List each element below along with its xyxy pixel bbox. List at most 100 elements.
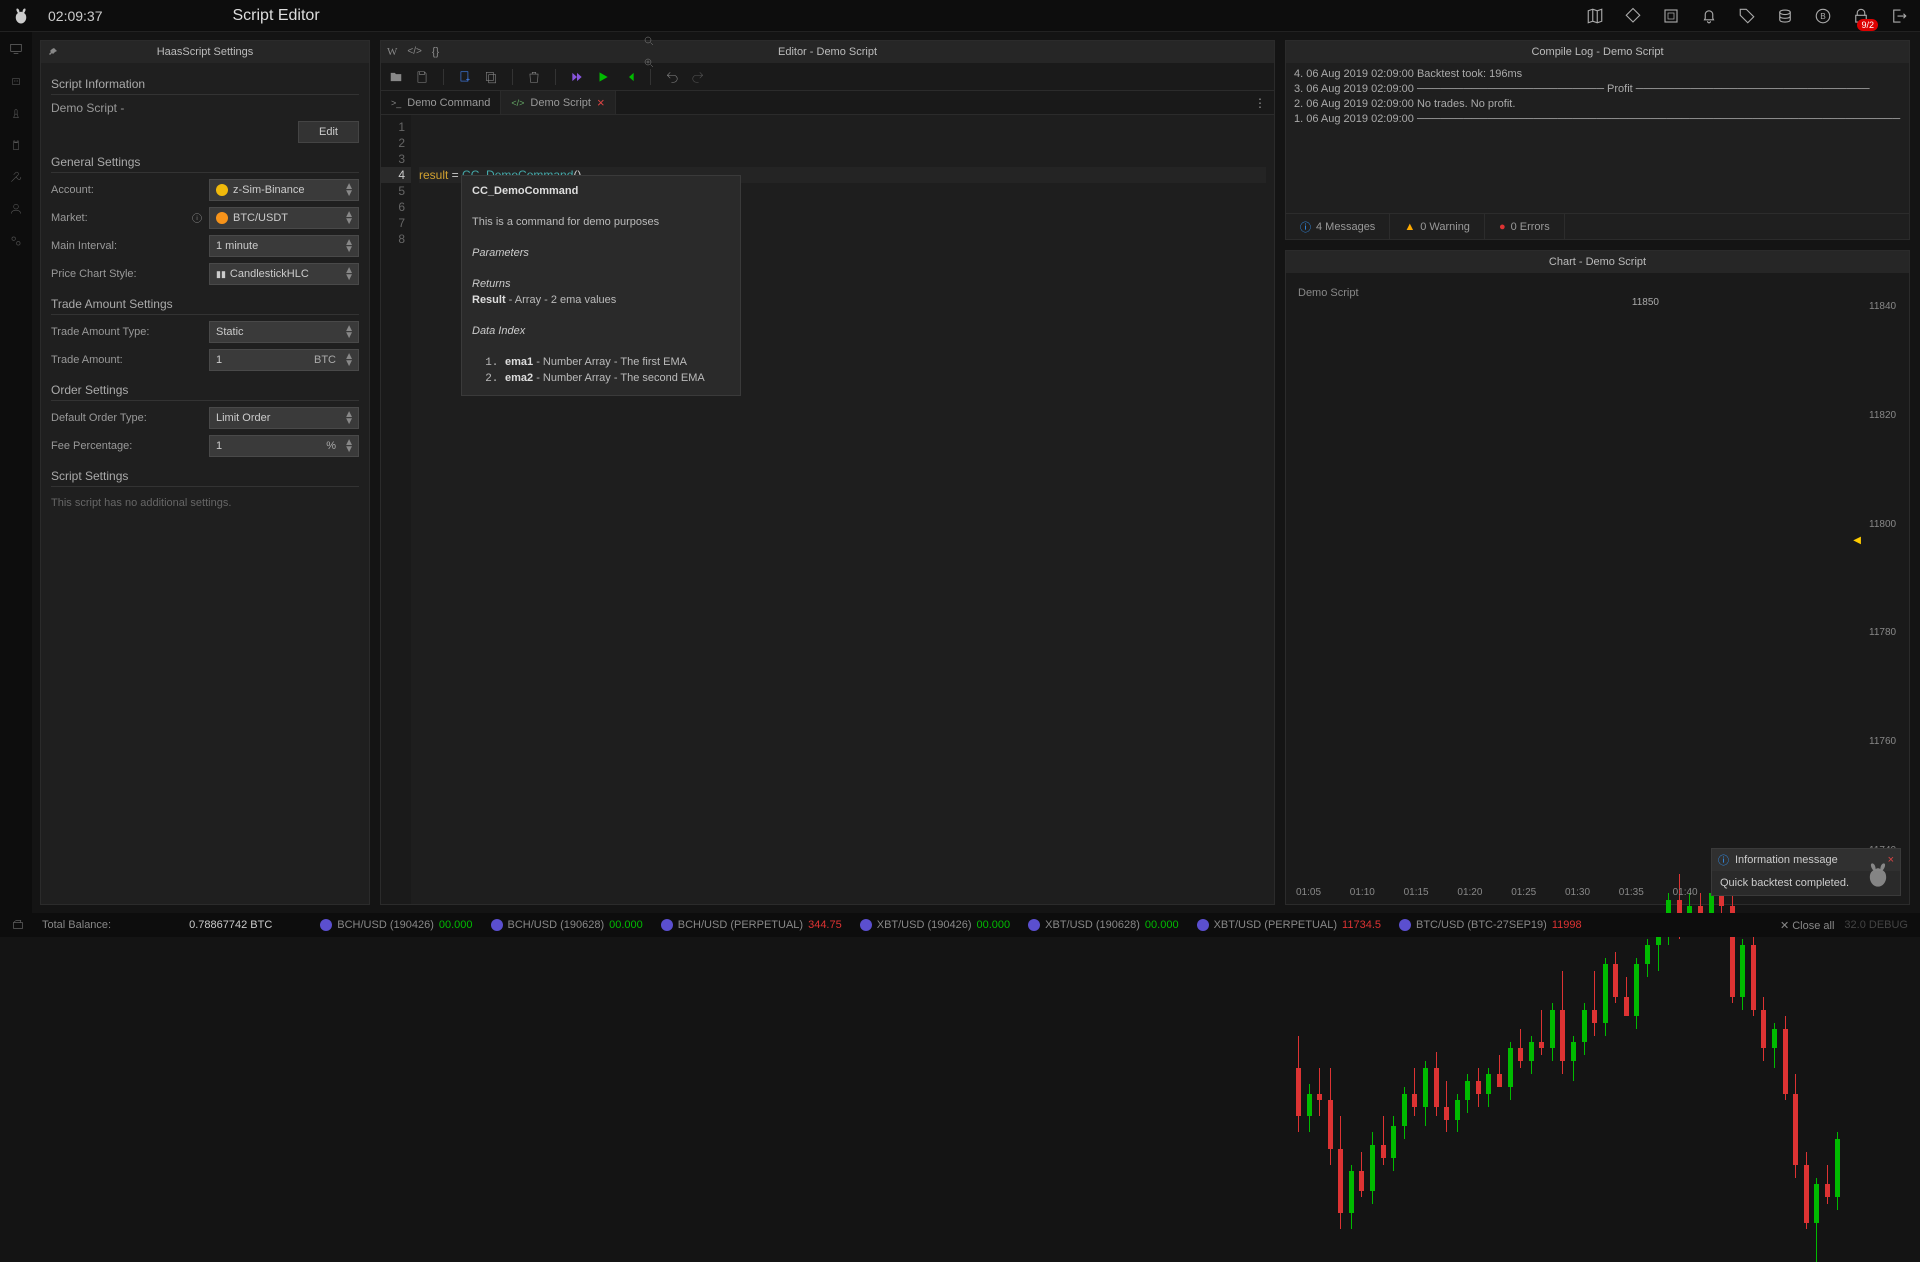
new-icon[interactable] — [458, 70, 472, 84]
tower-icon[interactable] — [9, 138, 23, 152]
market-select[interactable]: BTC/USDT▲▼ — [209, 207, 359, 229]
code-editor[interactable]: 1 2 3 4 5 6 7 8 result = CC_DemoCommand(… — [381, 115, 1274, 904]
delete-icon[interactable] — [527, 70, 541, 84]
compile-statusbar: ⓘ4 Messages ▲0 Warning ●0 Errors — [1286, 213, 1909, 239]
copy-icon[interactable] — [484, 70, 498, 84]
settings-icon[interactable] — [9, 234, 23, 248]
undo-icon[interactable] — [665, 70, 679, 84]
chart-yaxis: 11840 11820 11800 11780 11760 11740 — [1865, 283, 1909, 874]
tag-icon[interactable] — [1624, 7, 1642, 25]
user-icon[interactable] — [9, 202, 23, 216]
ticker-item[interactable]: XBT/USD (PERPETUAL) 11734.5 — [1197, 919, 1381, 931]
top-right-icons: B 9/2 — [1586, 7, 1908, 25]
chess-icon[interactable] — [9, 106, 23, 120]
right-column: Compile Log - Demo Script 4. 06 Aug 2019… — [1285, 40, 1910, 905]
pin-icon[interactable] — [47, 46, 59, 58]
chartstyle-label: Price Chart Style: — [51, 268, 137, 280]
info-toast: ⓘInformation message× Quick backtest com… — [1711, 848, 1901, 896]
tab-close-icon[interactable]: × — [597, 95, 605, 110]
coins-icon[interactable] — [1776, 7, 1794, 25]
account-label: Account: — [51, 184, 94, 196]
errors-count[interactable]: ●0 Errors — [1485, 214, 1565, 239]
tab-menu-icon[interactable]: ⋮ — [1246, 91, 1274, 114]
notification-badge: 9/2 — [1857, 19, 1878, 31]
settings-panel: HaasScript Settings Script Information D… — [40, 40, 370, 905]
save-icon[interactable] — [415, 70, 429, 84]
ticker-item[interactable]: BCH/USD (PERPETUAL) 344.75 — [661, 919, 842, 931]
bell-icon[interactable] — [1700, 7, 1718, 25]
trade-amt-input[interactable]: 1BTC▲▼ — [209, 349, 359, 371]
toast-logo-icon — [1864, 861, 1892, 889]
tag2-icon[interactable] — [1738, 7, 1756, 25]
clock: 02:09:37 — [48, 8, 103, 24]
settings-header: HaasScript Settings — [41, 41, 369, 63]
interval-label: Main Interval: — [51, 240, 117, 252]
chart-body[interactable]: Demo Script 11850 ◀ 11840 11820 11800 11… — [1286, 273, 1909, 904]
line-gutter: 1 2 3 4 5 6 7 8 — [381, 115, 411, 904]
order-settings-title: Order Settings — [51, 377, 359, 401]
map-icon[interactable] — [1586, 7, 1604, 25]
svg-text:B: B — [1820, 12, 1826, 21]
left-sidebar — [0, 32, 32, 913]
tab-demo-script[interactable]: </> Demo Script × — [501, 91, 615, 114]
zoom-icon[interactable] — [643, 57, 655, 69]
account-select[interactable]: z-Sim-Binance▲▼ — [209, 179, 359, 201]
fee-input[interactable]: 1%▲▼ — [209, 435, 359, 457]
order-type-select[interactable]: Limit Order▲▼ — [209, 407, 359, 429]
tab-demo-command[interactable]: >_ Demo Command — [381, 91, 501, 114]
market-label: Market: — [51, 212, 88, 224]
trade-amt-label: Trade Amount: — [51, 354, 123, 366]
ticker-item[interactable]: XBT/USD (190628) 00.000 — [1028, 919, 1178, 931]
lock-icon[interactable]: 9/2 — [1852, 7, 1870, 25]
code-tooltip: CC_DemoCommand This is a command for dem… — [461, 175, 741, 396]
wallet-icon[interactable] — [12, 919, 24, 931]
script-settings-title: Script Settings — [51, 463, 359, 487]
trade-settings-title: Trade Amount Settings — [51, 291, 359, 315]
balance-label: Total Balance: — [42, 919, 111, 931]
code-area[interactable]: result = CC_DemoCommand() CC_DemoCommand… — [411, 115, 1274, 904]
chart-header: Chart - Demo Script — [1286, 251, 1909, 273]
edit-button[interactable]: Edit — [298, 121, 359, 143]
play-icon[interactable] — [596, 70, 610, 84]
warnings-count[interactable]: ▲0 Warning — [1390, 214, 1485, 239]
brackets-icon[interactable]: {} — [432, 46, 439, 58]
general-settings-title: General Settings — [51, 149, 359, 173]
messages-count[interactable]: ⓘ4 Messages — [1286, 214, 1390, 239]
editor-panel: W </> {} Editor - Demo Script — [380, 40, 1275, 905]
debug-label: 32.0 DEBUG — [1844, 919, 1908, 931]
code-icon[interactable]: </> — [407, 46, 421, 58]
fee-label: Fee Percentage: — [51, 440, 132, 452]
script-name: Demo Script - — [51, 101, 124, 115]
ticker-item[interactable]: BTC/USD (BTC-27SEP19) 11998 — [1399, 919, 1582, 931]
fastforward-icon[interactable] — [570, 70, 584, 84]
chartstyle-select[interactable]: ▮▮CandlestickHLC▲▼ — [209, 263, 359, 285]
close-all-button[interactable]: ✕ Close all — [1780, 919, 1834, 932]
compile-log: 4. 06 Aug 2019 02:09:00 Backtest took: 1… — [1286, 63, 1909, 213]
ticker-item[interactable]: BCH/USD (190426) 00.000 — [320, 919, 472, 931]
chart-inner-title: Demo Script — [1298, 287, 1359, 299]
redo-icon[interactable] — [691, 70, 705, 84]
tools-icon[interactable] — [9, 170, 23, 184]
rewind-icon[interactable] — [622, 70, 636, 84]
monitor-icon[interactable] — [9, 42, 23, 56]
interval-select[interactable]: 1 minute▲▼ — [209, 235, 359, 257]
settings-body: Script Information Demo Script - Edit Ge… — [41, 63, 369, 521]
balance-value: 0.78867742 BTC — [189, 919, 272, 931]
order-type-label: Default Order Type: — [51, 412, 147, 424]
chart-peak-label: 11850 — [1632, 297, 1659, 308]
search-icon[interactable] — [643, 35, 655, 47]
trade-type-label: Trade Amount Type: — [51, 326, 149, 338]
robot-icon[interactable] — [9, 74, 23, 88]
ticker-item[interactable]: BCH/USD (190628) 00.000 — [491, 919, 643, 931]
info-icon[interactable]: i — [191, 212, 203, 224]
folder-icon[interactable] — [389, 70, 403, 84]
frame-icon[interactable] — [1662, 7, 1680, 25]
ticker-item[interactable]: XBT/USD (190426) 00.000 — [860, 919, 1010, 931]
bitcoin-icon[interactable]: B — [1814, 7, 1832, 25]
main-area: HaasScript Settings Script Information D… — [32, 32, 1920, 913]
page-title: Script Editor — [233, 7, 320, 25]
logout-icon[interactable] — [1890, 7, 1908, 25]
wiki-icon[interactable]: W — [387, 46, 397, 58]
settings-header-title: HaasScript Settings — [157, 46, 254, 58]
trade-type-select[interactable]: Static▲▼ — [209, 321, 359, 343]
